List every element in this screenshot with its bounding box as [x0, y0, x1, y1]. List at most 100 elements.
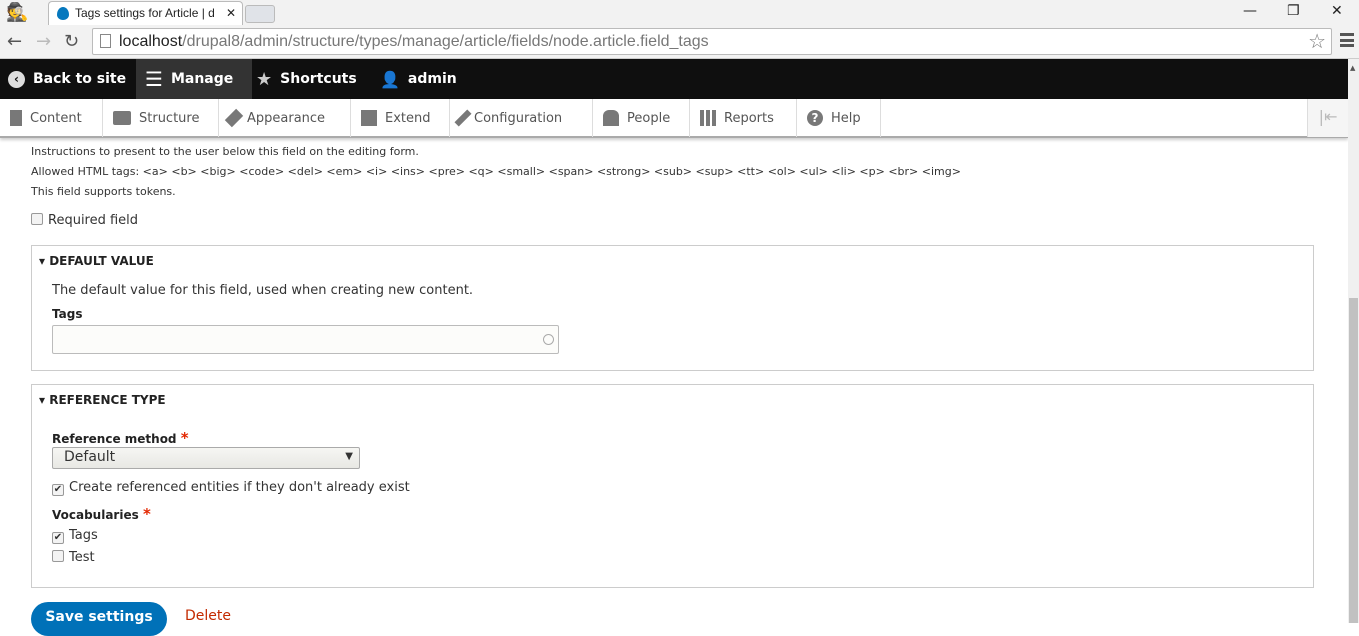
minimize-icon[interactable]: — — [1243, 3, 1257, 19]
delete-link[interactable]: Delete — [185, 608, 231, 624]
default-value-legend[interactable]: ▾ DEFAULT VALUE — [39, 254, 154, 268]
page-icon — [100, 34, 111, 48]
bookmark-star-icon[interactable]: ☆ — [1308, 29, 1326, 54]
legend-text: REFERENCE TYPE — [49, 393, 166, 407]
label-text: Vocabularies — [52, 508, 139, 522]
browser-tab[interactable]: Tags settings for Article | d ✕ — [48, 1, 243, 25]
new-tab-button[interactable] — [245, 5, 275, 23]
url-host: localhost — [119, 33, 183, 50]
bar-chart-icon — [700, 110, 716, 126]
default-value-description: The default value for this field, used w… — [52, 283, 474, 298]
people-icon — [603, 110, 619, 126]
admin-tray: Content Structure Appearance Extend Conf… — [0, 99, 1348, 138]
url-input[interactable]: localhost/drupal8/admin/structure/types/… — [92, 28, 1332, 55]
admin-toolbar: ‹ Back to site ☰ Manage ★ Shortcuts 👤 admin — [0, 59, 1348, 99]
triangle-down-icon: ▾ — [39, 393, 50, 407]
vocabularies-label: Vocabularies * — [52, 505, 151, 523]
hamburger-icon: ☰ — [145, 67, 163, 91]
vocab-test-checkbox[interactable] — [52, 550, 64, 562]
puzzle-icon — [361, 110, 377, 126]
manage-tab[interactable]: ☰ Manage — [136, 59, 252, 99]
tray-label: Help — [831, 110, 861, 126]
drupal-favicon-icon — [57, 7, 69, 20]
tray-label: Reports — [724, 110, 774, 126]
tray-label: Structure — [139, 110, 200, 126]
reference-method-select[interactable]: Default ▼ — [52, 447, 360, 469]
scroll-up-icon[interactable]: ▲ — [1350, 64, 1355, 72]
tray-item-configuration[interactable]: Configuration — [450, 99, 593, 137]
tab-title: Tags settings for Article | d — [75, 6, 215, 20]
vocab-label[interactable]: Tags — [69, 528, 98, 543]
help-text: Instructions to present to the user belo… — [31, 142, 961, 202]
browser-menu-icon[interactable] — [1340, 33, 1354, 47]
scrollbar[interactable]: ▲ — [1348, 59, 1359, 623]
dropdown-arrow-icon: ▼ — [345, 451, 353, 462]
auto-create-label[interactable]: Create referenced entities if they don't… — [69, 480, 410, 495]
close-tab-icon[interactable]: ✕ — [226, 6, 236, 20]
auto-create-checkbox[interactable]: ✔ — [52, 484, 64, 496]
save-settings-button[interactable]: Save settings — [31, 602, 167, 636]
wrench-icon — [454, 109, 472, 127]
back-to-site-link[interactable]: ‹ Back to site — [8, 59, 126, 99]
autocomplete-throbber-icon — [543, 334, 554, 345]
chevron-left-circle-icon: ‹ — [8, 70, 25, 88]
tray-item-appearance[interactable]: Appearance — [219, 99, 351, 137]
restore-icon[interactable]: ❐ — [1287, 3, 1300, 19]
tags-autocomplete-input[interactable] — [52, 325, 559, 354]
required-checkbox[interactable] — [31, 213, 43, 225]
default-value-fieldset: ▾ DEFAULT VALUE The default value for th… — [31, 245, 1314, 371]
tray-label: Extend — [385, 110, 431, 126]
select-value: Default — [64, 449, 116, 465]
reference-type-fieldset: ▾ REFERENCE TYPE Reference method * Defa… — [31, 384, 1314, 588]
required-asterisk: * — [142, 505, 151, 523]
help-line: Allowed HTML tags: <a> <b> <big> <code> … — [31, 165, 961, 178]
tray-label: Configuration — [474, 110, 563, 126]
manage-label: Manage — [170, 71, 234, 87]
url-path: /drupal8/admin/structure/types/manage/ar… — [182, 33, 709, 50]
brush-icon — [224, 108, 244, 128]
legend-text: DEFAULT VALUE — [49, 254, 154, 268]
user-label: admin — [407, 71, 457, 87]
file-icon — [10, 110, 22, 126]
help-line: Instructions to present to the user belo… — [31, 145, 419, 158]
star-icon: ★ — [256, 68, 273, 90]
browser-tab-bar: 🕵 Tags settings for Article | d ✕ — ❐ ✕ — [0, 0, 1359, 25]
required-asterisk: * — [180, 429, 189, 447]
user-tab[interactable]: 👤 admin — [380, 59, 457, 99]
tray-item-extend[interactable]: Extend — [351, 99, 450, 137]
reload-icon[interactable]: ↻ — [64, 31, 79, 52]
scrollbar-thumb[interactable] — [1349, 298, 1358, 623]
required-field-row: Required field — [31, 213, 138, 228]
help-line: This field supports tokens. — [31, 185, 176, 198]
tray-item-help[interactable]: ? Help — [797, 99, 881, 137]
vocab-label[interactable]: Test — [69, 550, 95, 565]
help-icon: ? — [807, 110, 823, 126]
address-bar: ← → ↻ localhost/drupal8/admin/structure/… — [0, 25, 1359, 59]
tray-item-content[interactable]: Content — [0, 99, 103, 137]
reference-type-legend[interactable]: ▾ REFERENCE TYPE — [39, 393, 166, 407]
sitemap-icon — [113, 111, 131, 125]
close-window-icon[interactable]: ✕ — [1331, 3, 1343, 19]
tray-label: People — [627, 110, 671, 126]
required-label[interactable]: Required field — [48, 213, 138, 228]
user-icon: 👤 — [380, 69, 400, 89]
triangle-down-icon: ▾ — [39, 254, 50, 268]
forward-arrow-icon[interactable]: → — [36, 31, 51, 52]
vocab-tags-row: ✔ Tags — [52, 528, 98, 544]
back-label: Back to site — [33, 71, 127, 87]
shortcuts-tab[interactable]: ★ Shortcuts — [256, 59, 357, 99]
tray-item-people[interactable]: People — [593, 99, 690, 137]
incognito-icon: 🕵 — [6, 2, 29, 23]
tray-item-structure[interactable]: Structure — [103, 99, 219, 137]
tray-label: Content — [30, 110, 82, 126]
tray-label: Appearance — [247, 110, 326, 126]
shortcuts-label: Shortcuts — [280, 71, 357, 87]
tray-item-reports[interactable]: Reports — [690, 99, 797, 137]
reference-method-label: Reference method * — [52, 429, 189, 447]
auto-create-row: ✔ Create referenced entities if they don'… — [52, 480, 410, 496]
label-text: Reference method — [52, 432, 177, 446]
vocab-test-row: Test — [52, 550, 95, 565]
vocab-tags-checkbox[interactable]: ✔ — [52, 532, 64, 544]
back-arrow-icon[interactable]: ← — [7, 31, 22, 52]
collapse-tray-icon[interactable]: |⇤ — [1307, 99, 1348, 137]
